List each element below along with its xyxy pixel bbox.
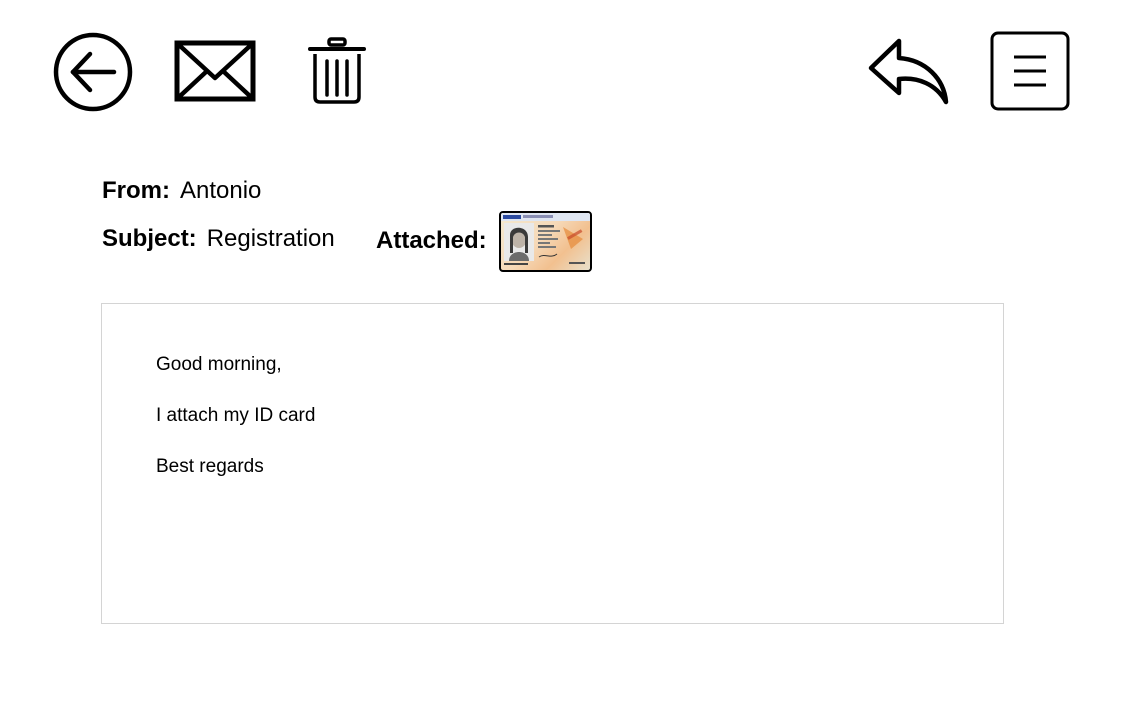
delete-button[interactable] (307, 37, 367, 105)
reply-arrow-icon (868, 38, 949, 105)
from-label: From: (102, 177, 170, 204)
body-line: I attach my ID card (156, 405, 316, 426)
id-card-thumbnail (501, 213, 590, 265)
back-button[interactable] (52, 31, 134, 113)
body-line: Good morning, (156, 354, 282, 375)
menu-button[interactable] (989, 30, 1071, 112)
back-arrow-circle-icon (53, 32, 133, 112)
attachment-thumbnail[interactable] (499, 211, 592, 272)
body-line: Best regards (156, 456, 264, 477)
from-value: Antonio (180, 177, 262, 204)
envelope-icon (174, 40, 256, 102)
trash-can-icon (308, 37, 366, 104)
mail-button[interactable] (174, 40, 256, 102)
message-body: Good morning, I attach my ID card Best r… (101, 303, 1004, 624)
from-row: From: Antonio (102, 177, 261, 205)
attached-row: Attached: (376, 227, 497, 255)
reply-button[interactable] (866, 36, 950, 106)
subject-label: Subject: (102, 225, 197, 252)
hamburger-menu-icon (990, 31, 1070, 111)
subject-value: Registration (206, 225, 335, 252)
subject-row: Subject: Registration (102, 225, 335, 253)
attached-label: Attached: (376, 227, 487, 254)
